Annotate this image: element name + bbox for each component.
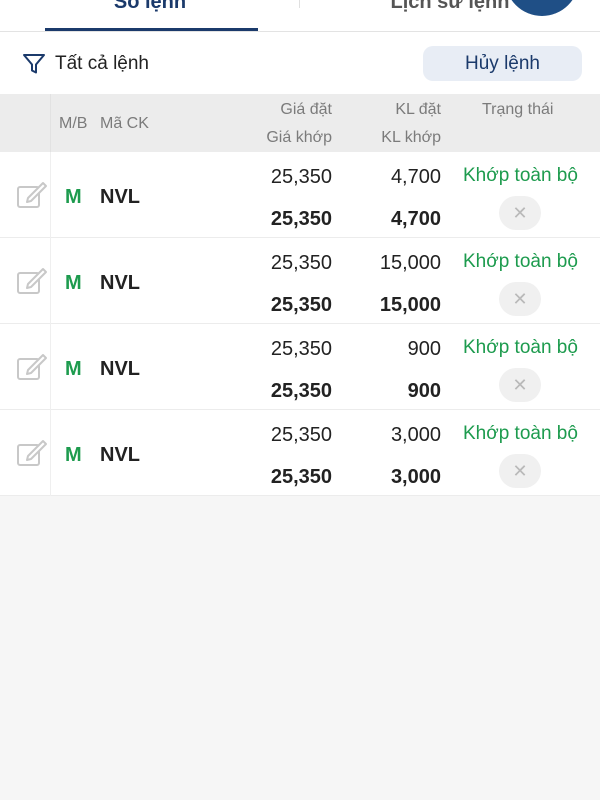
table-row[interactable]: M NVL 25,350 25,350 4,700 4,700 Khớp toà… [0,152,600,238]
column-divider [50,410,51,496]
stock-code: NVL [100,272,140,294]
table-row[interactable]: M NVL 25,350 25,350 900 900 Khớp toàn bộ… [0,324,600,410]
cancel-order-button[interactable]: ✕ [499,196,541,230]
filter-icon [23,54,45,74]
order-price: 25,350 [270,338,332,360]
column-divider [50,94,51,152]
order-volume: 3,000 [390,424,441,446]
empty-list-area [0,496,600,800]
table-row[interactable]: M NVL 25,350 25,350 15,000 15,000 Khớp t… [0,238,600,324]
tab-bar: Sổ lệnh Lịch sử lệnh [0,0,600,32]
header-status: Trạng thái [482,101,554,118]
header-order-price: Giá đặt [280,101,332,118]
stock-code: NVL [100,444,140,466]
order-list: M NVL 25,350 25,350 4,700 4,700 Khớp toà… [0,152,600,496]
column-divider [50,152,51,238]
close-icon: ✕ [512,375,528,395]
header-match-price: Giá khớp [266,129,332,146]
stock-code: NVL [100,358,140,380]
filter-label: Tất cả lệnh [55,53,149,74]
close-icon: ✕ [512,203,528,223]
edit-icon[interactable] [16,439,48,467]
status-text: Khớp toàn bộ [463,251,578,272]
cancel-orders-button[interactable]: Hủy lệnh [423,46,582,81]
status-text: Khớp toàn bộ [463,423,578,444]
close-icon: ✕ [512,289,528,309]
header-code: Mã CK [100,115,149,132]
order-side: M [65,358,82,380]
match-price: 25,350 [270,208,332,230]
order-price: 25,350 [270,252,332,274]
match-volume: 3,000 [390,466,441,488]
order-volume: 900 [407,338,441,360]
order-price: 25,350 [270,166,332,188]
cancel-order-button[interactable]: ✕ [499,368,541,402]
order-side: M [65,444,82,466]
match-volume: 15,000 [379,294,441,316]
cancel-order-button[interactable]: ✕ [499,454,541,488]
order-side: M [65,186,82,208]
match-volume: 900 [407,380,441,402]
close-icon: ✕ [512,461,528,481]
table-header: M/B Mã CK Giá đặt Giá khớp KL đặt KL khớ… [0,94,600,152]
header-order-volume: KL đặt [395,101,441,118]
cancel-order-button[interactable]: ✕ [499,282,541,316]
match-volume: 4,700 [390,208,441,230]
match-price: 25,350 [270,294,332,316]
edit-icon[interactable] [16,267,48,295]
status-text: Khớp toàn bộ [463,337,578,358]
match-price: 25,350 [270,380,332,402]
order-price: 25,350 [270,424,332,446]
filter-bar: Tất cả lệnh Hủy lệnh [0,32,600,94]
column-divider [50,324,51,410]
active-tab-indicator [45,28,258,31]
filter-button[interactable]: Tất cả lệnh [22,52,149,76]
header-side: M/B [59,115,88,132]
header-match-volume: KL khớp [381,129,441,146]
table-row[interactable]: M NVL 25,350 25,350 3,000 3,000 Khớp toà… [0,410,600,496]
edit-icon[interactable] [16,353,48,381]
order-volume: 15,000 [379,252,441,274]
column-divider [50,238,51,324]
match-price: 25,350 [270,466,332,488]
edit-icon[interactable] [16,181,48,209]
stock-code: NVL [100,186,140,208]
order-side: M [65,272,82,294]
order-volume: 4,700 [390,166,441,188]
status-text: Khớp toàn bộ [463,165,578,186]
